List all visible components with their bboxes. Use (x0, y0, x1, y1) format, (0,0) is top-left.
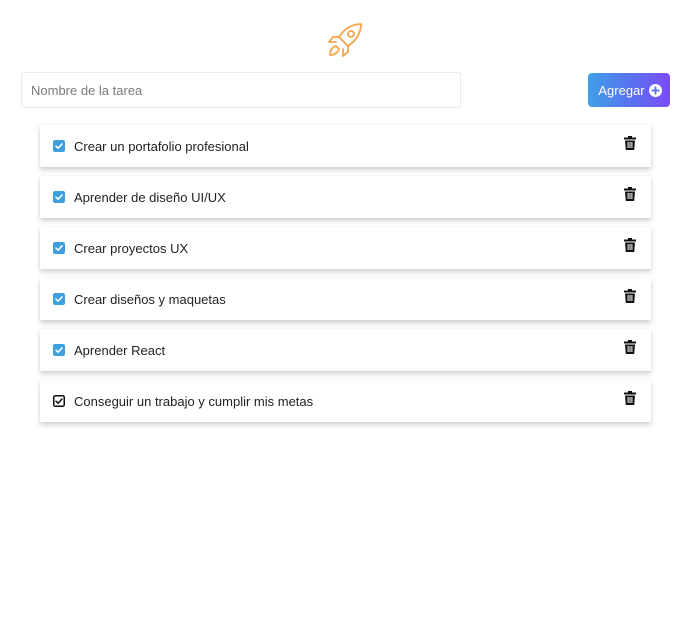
task-checkbox[interactable] (53, 344, 65, 356)
task-list: Crear un portafolio profesional Aprender … (40, 125, 651, 431)
task-checkbox[interactable] (53, 395, 65, 407)
task-item: Aprender React (40, 329, 651, 371)
task-text: Crear un portafolio profesional (74, 138, 249, 154)
task-checkbox[interactable] (53, 242, 65, 254)
trash-icon[interactable] (624, 390, 636, 405)
add-task-button[interactable]: Agregar (588, 73, 670, 107)
trash-icon[interactable] (624, 339, 636, 354)
plus-circle-icon (648, 83, 662, 97)
add-button-label: Agregar (598, 82, 645, 98)
rocket-icon (328, 23, 362, 57)
task-item: Crear proyectos UX (40, 227, 651, 269)
task-checkbox[interactable] (53, 140, 65, 152)
task-text: Conseguir un trabajo y cumplir mis metas (74, 393, 314, 409)
trash-icon[interactable] (624, 237, 636, 252)
task-item: Conseguir un trabajo y cumplir mis metas (40, 380, 651, 422)
task-item: Crear diseños y maquetas (40, 278, 651, 320)
trash-icon[interactable] (624, 186, 636, 201)
todo-app: Agregar Crear un portafolio profesional A… (0, 0, 691, 622)
task-text: Aprender React (74, 342, 166, 358)
trash-icon[interactable] (624, 135, 636, 150)
task-checkbox[interactable] (53, 293, 65, 305)
task-name-input[interactable] (21, 72, 461, 108)
trash-icon[interactable] (624, 288, 636, 303)
task-text: Crear proyectos UX (74, 240, 189, 256)
task-item: Aprender de diseño UI/UX (40, 176, 651, 218)
task-text: Aprender de diseño UI/UX (74, 189, 226, 205)
task-item: Crear un portafolio profesional (40, 125, 651, 167)
task-text: Crear diseños y maquetas (74, 291, 226, 307)
task-checkbox[interactable] (53, 191, 65, 203)
